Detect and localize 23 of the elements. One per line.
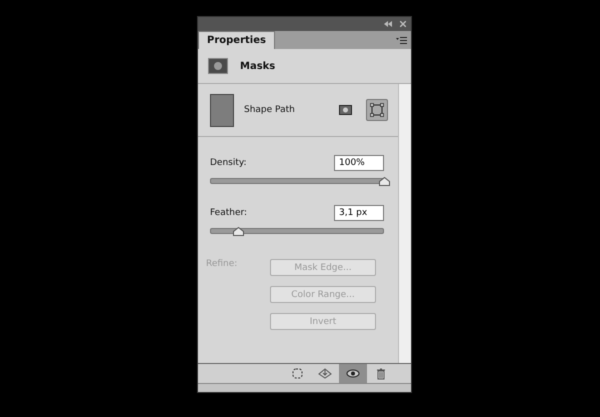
mask-thumbnail: [210, 94, 234, 126]
panel-heading: Masks: [240, 60, 276, 72]
menu-icon[interactable]: [396, 37, 407, 44]
diamond-icon: [318, 368, 332, 379]
mask-icon: [208, 58, 228, 74]
scrollbar[interactable]: [398, 84, 411, 363]
value-field[interactable]: 3,1 px: [334, 205, 384, 221]
slider-label: Density:: [210, 158, 247, 168]
mask-name: Shape Path: [244, 105, 296, 115]
eye-icon: [346, 369, 360, 378]
pixel-mask-icon: [338, 105, 352, 115]
refine-label: Refine:: [206, 259, 238, 271]
slider-thumb[interactable]: [379, 177, 390, 186]
selection-icon: [292, 368, 302, 379]
footer-button[interactable]: [339, 364, 367, 383]
value-field[interactable]: 100%: [334, 155, 384, 171]
collapse-icon[interactable]: [384, 21, 392, 27]
slider-label: Feather:: [210, 208, 248, 218]
mask-mode-button[interactable]: [366, 99, 388, 121]
panel-tab[interactable]: Properties: [198, 31, 275, 49]
close-icon[interactable]: [400, 21, 406, 27]
vector-mask-icon: [370, 103, 384, 117]
trash-icon: [376, 368, 386, 380]
